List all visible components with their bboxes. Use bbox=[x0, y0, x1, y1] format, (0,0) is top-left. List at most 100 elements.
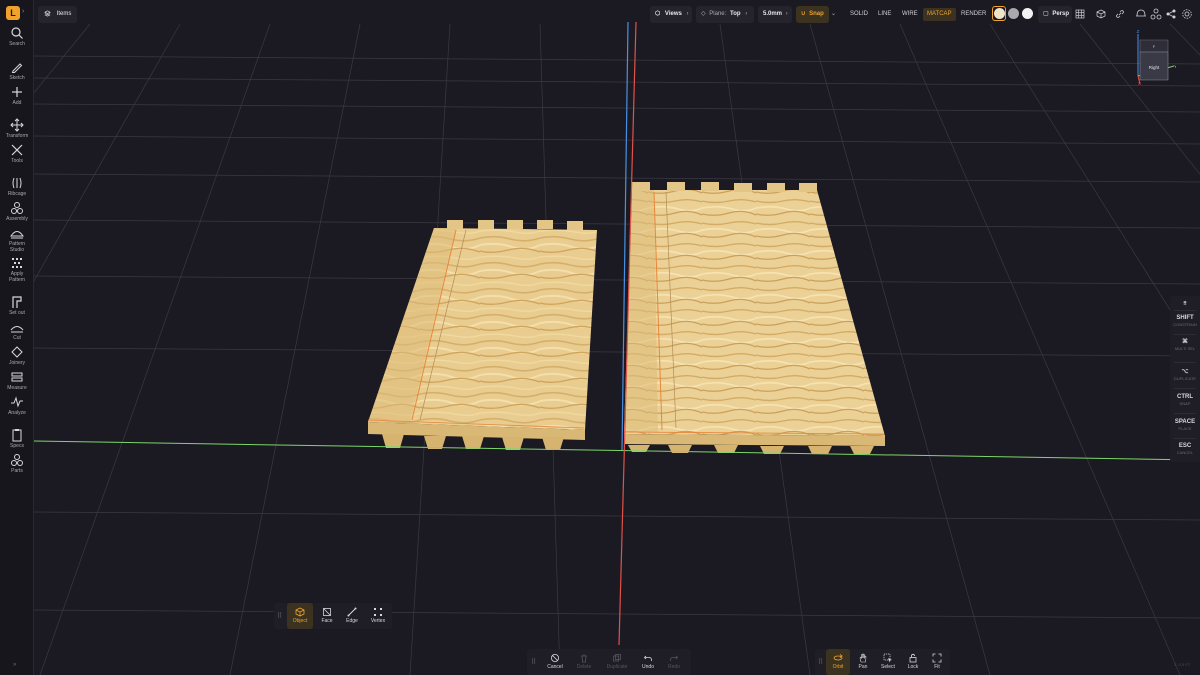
plane-icon: ◇ bbox=[701, 11, 706, 17]
render-mode-wire[interactable]: WIRE bbox=[898, 8, 922, 21]
duplicate-button[interactable]: Duplicate bbox=[601, 649, 633, 675]
axis-x-label: X bbox=[1138, 81, 1141, 86]
3d-viewport[interactable] bbox=[0, 0, 1200, 675]
render-mode-solid[interactable]: SOLID bbox=[846, 8, 872, 21]
render-mode-matcap[interactable]: MATCAP bbox=[923, 8, 956, 21]
nav-fit[interactable]: Fit bbox=[926, 649, 948, 675]
plane-selector[interactable]: ◇ Plane: Top › bbox=[696, 6, 754, 23]
tool-label: Assembly bbox=[6, 216, 28, 222]
axis-z-label: Z bbox=[1137, 29, 1140, 34]
viewport-background bbox=[0, 0, 1200, 675]
redo-button[interactable]: Redo bbox=[663, 649, 685, 675]
step-value: 5.0mm bbox=[763, 11, 783, 17]
tool-apply-pattern[interactable]: Apply Pattern bbox=[0, 256, 34, 283]
tool-analyze[interactable]: Analyze bbox=[0, 395, 34, 416]
projection-label: Persp bbox=[1052, 11, 1070, 17]
tool-measure[interactable]: Measure bbox=[0, 370, 34, 391]
select-mode-label: Object bbox=[292, 618, 308, 624]
render-mode-line[interactable]: LINE bbox=[874, 8, 895, 21]
wrench-icon bbox=[11, 144, 23, 156]
link-icon[interactable] bbox=[1114, 8, 1126, 20]
tool-label: Cut bbox=[13, 335, 21, 341]
select-mode-label: Face bbox=[321, 618, 333, 624]
items-tab[interactable]: Items bbox=[38, 6, 78, 23]
chevron-right-icon[interactable]: › bbox=[22, 8, 24, 15]
matcap-swatch-grey[interactable] bbox=[1008, 8, 1019, 19]
select-mode-label: Edge bbox=[346, 618, 358, 624]
pattern-studio-icon bbox=[10, 231, 24, 239]
views-button[interactable]: ⬡ Views › bbox=[650, 6, 692, 23]
matcap-swatch-white[interactable] bbox=[1022, 8, 1033, 19]
select-mode-edge[interactable]: Edge bbox=[340, 603, 364, 629]
fit-icon bbox=[932, 653, 942, 663]
tool-cut[interactable]: Cut bbox=[0, 320, 34, 341]
move-icon bbox=[10, 118, 24, 132]
tool-add[interactable]: Add bbox=[0, 85, 34, 106]
select-icon bbox=[883, 653, 892, 663]
tool-label: Sketch bbox=[9, 75, 25, 81]
settings-icon[interactable] bbox=[1181, 8, 1193, 20]
select-mode-vertex[interactable]: Vertex bbox=[366, 603, 390, 629]
drag-handle-icon[interactable]: ⠿ bbox=[277, 612, 282, 620]
tool-ribcage[interactable]: Ribcage bbox=[0, 176, 34, 197]
tool-label: Transform bbox=[5, 133, 29, 139]
app-logo-button[interactable]: L bbox=[6, 6, 20, 20]
cube-front-label: Right bbox=[1149, 65, 1160, 70]
nav-lock[interactable]: Lock bbox=[902, 649, 924, 675]
shortcut-ctrl: CTRL SNAP bbox=[1170, 393, 1200, 407]
tool-specs[interactable]: Specs bbox=[0, 428, 34, 449]
snap-options-button[interactable]: ⌄ bbox=[831, 6, 841, 23]
divider bbox=[1174, 310, 1196, 311]
cube-view-icon: ⬡ bbox=[655, 11, 661, 17]
divider bbox=[1174, 388, 1196, 389]
chevron-down-icon: › bbox=[785, 11, 788, 17]
measure-icon bbox=[11, 372, 23, 382]
tool-label: Analyze bbox=[8, 410, 26, 416]
tool-label: Joinery bbox=[8, 360, 26, 366]
nodes-icon[interactable] bbox=[1150, 8, 1162, 20]
tool-joinery[interactable]: Joinery bbox=[0, 345, 34, 366]
projection-toggle[interactable]: ▢ Persp bbox=[1038, 6, 1072, 23]
shortcut-key: CTRL bbox=[1177, 394, 1193, 400]
step-size-selector[interactable]: 5.0mm › bbox=[758, 6, 792, 23]
undo-button[interactable]: Undo bbox=[637, 649, 659, 675]
analyze-icon bbox=[11, 396, 23, 408]
select-mode-object[interactable]: Object bbox=[287, 603, 313, 629]
tool-assembly[interactable]: Assembly bbox=[0, 201, 34, 222]
helmet-icon[interactable] bbox=[1135, 8, 1147, 20]
matcap-swatch-cream[interactable] bbox=[994, 8, 1005, 19]
delete-button[interactable]: Delete bbox=[571, 649, 597, 675]
panel-grip-icon[interactable]: ⠿ bbox=[1170, 300, 1200, 308]
shortcut-key: ESC bbox=[1178, 443, 1192, 449]
tool-search[interactable]: Search bbox=[0, 26, 34, 47]
tool-tools[interactable]: Tools bbox=[0, 143, 34, 164]
shortcut-cmd: ⌘ MULTI SEL bbox=[1170, 338, 1200, 352]
shortcut-key: ⌥ bbox=[1181, 369, 1189, 375]
cancel-button[interactable]: Cancel bbox=[542, 649, 568, 675]
select-mode-face[interactable]: Face bbox=[315, 603, 339, 629]
share-icon[interactable] bbox=[1165, 8, 1177, 20]
collapse-sidebar-icon[interactable]: » bbox=[13, 662, 16, 668]
view-cube[interactable]: F Right Z Y X bbox=[1134, 28, 1176, 86]
nav-orbit[interactable]: Orbit bbox=[826, 649, 850, 675]
snap-toggle[interactable]: ∪ Snap bbox=[796, 6, 829, 23]
render-mode-render[interactable]: RENDER bbox=[957, 8, 990, 21]
nav-pan[interactable]: Pan bbox=[852, 649, 874, 675]
action-label: Redo bbox=[668, 664, 680, 670]
drag-handle-icon[interactable]: ⠿ bbox=[818, 658, 823, 666]
shortcut-desc: PLACE bbox=[1178, 426, 1192, 431]
tool-label: Apply Pattern bbox=[8, 271, 26, 283]
tool-transform[interactable]: Transform bbox=[0, 118, 34, 139]
tool-pattern-studio[interactable]: Pattern Studio bbox=[0, 226, 34, 253]
orbit-icon bbox=[833, 654, 843, 661]
tool-set-out[interactable]: Set out bbox=[0, 295, 34, 316]
layers-icon bbox=[44, 10, 51, 17]
nav-select[interactable]: Select bbox=[876, 649, 900, 675]
tool-label: Add bbox=[12, 100, 22, 106]
tool-sketch[interactable]: Sketch bbox=[0, 60, 34, 81]
tool-parts[interactable]: Parts bbox=[0, 453, 34, 474]
box-icon[interactable] bbox=[1095, 8, 1107, 20]
drag-handle-icon[interactable]: ⠿ bbox=[531, 658, 536, 666]
divider bbox=[1174, 413, 1196, 414]
grid-icon[interactable] bbox=[1074, 8, 1086, 20]
